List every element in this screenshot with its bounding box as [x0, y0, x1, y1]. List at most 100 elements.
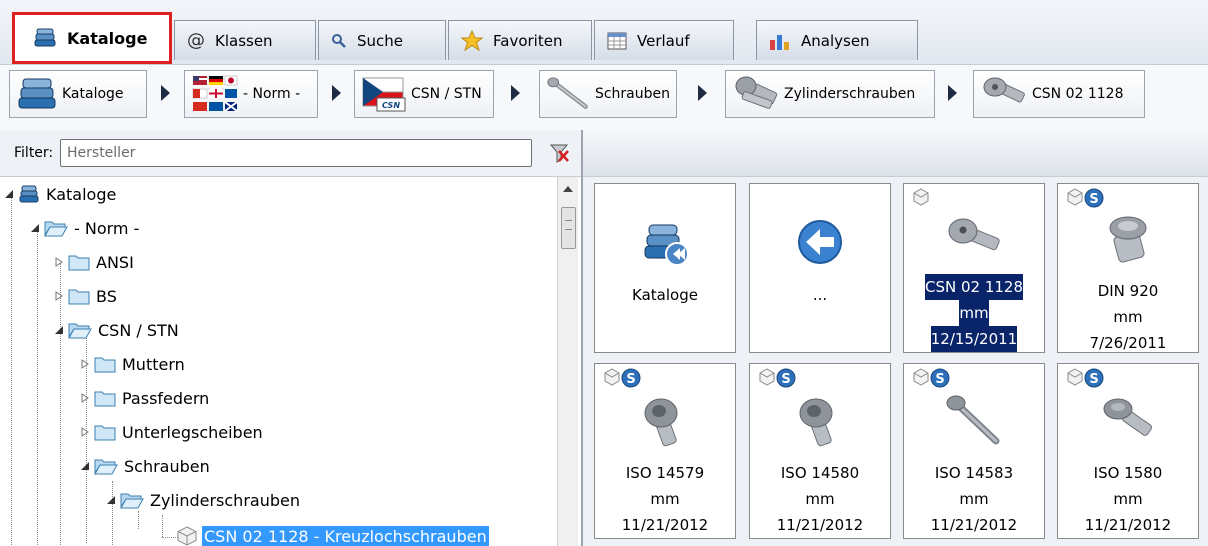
card-line: DIN 920 [1097, 282, 1159, 300]
breadcrumb-csn-stn[interactable]: CSN CSN / STN [354, 70, 494, 118]
card-line: 12/15/2011 [930, 326, 1018, 352]
folder-icon [94, 357, 116, 373]
cross-hole-screw-icon [948, 218, 1000, 251]
tree-connector [37, 229, 38, 546]
tab-kataloge[interactable]: Kataloge [12, 12, 172, 64]
tree-node-label: BS [96, 286, 117, 306]
catalog-tree: Kataloge - Norm - ANSI BS CSN / STN Mutt… [0, 177, 560, 546]
tree-node-norm[interactable]: - Norm - [30, 211, 141, 245]
part-icon [913, 188, 929, 206]
breadcrumb-label: - Norm - [243, 86, 301, 102]
svg-text:S: S [1089, 372, 1098, 387]
catalog-card-iso-14579[interactable]: S ISO 14579 mm 11/21/2012 [594, 363, 736, 539]
tab-verlauf[interactable]: Verlauf [594, 20, 734, 60]
breadcrumb-label: Kataloge [62, 86, 124, 102]
card-line: 11/21/2012 [930, 516, 1018, 534]
tree-connector [162, 515, 163, 537]
catalog-content-pane: Kataloge ... CSN 02 1128 mm 12/15/2011 S… [583, 130, 1208, 546]
cross-hole-screw-icon [983, 77, 1025, 103]
breadcrumb-csn-02-1128[interactable]: CSN 02 1128 [973, 70, 1145, 118]
books-icon [18, 78, 56, 109]
card-line: CSN 02 1128 [924, 274, 1023, 300]
catalog-card-iso-14583[interactable]: S ISO 14583 mm 11/21/2012 [903, 363, 1045, 539]
tab-label: Kataloge [67, 28, 148, 48]
books-icon [19, 185, 39, 203]
collapsed-arrow-icon[interactable] [80, 393, 90, 403]
books-icon [34, 28, 56, 47]
tree-node-label: CSN 02 1128 - Kreuzlochschrauben [202, 525, 489, 546]
card-line: 11/21/2012 [1084, 516, 1172, 534]
tree-node-schrauben[interactable]: Schrauben [80, 449, 212, 483]
breadcrumb-schrauben[interactable]: Schrauben [539, 70, 677, 118]
tab-favoriten[interactable]: Favoriten [448, 20, 592, 60]
content-header-bar [583, 130, 1208, 177]
tree-node-passfedern[interactable]: Passfedern [80, 381, 211, 415]
tree-node-bs[interactable]: BS [54, 279, 119, 313]
catalog-card-kataloge[interactable]: Kataloge [594, 183, 736, 353]
tree-node-csn-stn[interactable]: CSN / STN [54, 313, 181, 347]
collapsed-arrow-icon[interactable] [80, 427, 90, 437]
expanded-arrow-icon[interactable] [80, 461, 90, 471]
card-line: ISO 14583 [934, 464, 1014, 482]
catalog-card-din-920[interactable]: S DIN 920 mm 7/26/2011 [1057, 183, 1199, 353]
thumb-grip [565, 220, 572, 230]
calendar-icon [607, 32, 627, 49]
flags-icon [192, 75, 238, 112]
collapsed-arrow-icon[interactable] [54, 291, 64, 301]
expanded-arrow-icon[interactable] [30, 223, 40, 233]
tree-node-label: CSN / STN [98, 320, 179, 340]
svg-text:S: S [935, 372, 944, 387]
breadcrumb-norm[interactable]: - Norm - [184, 70, 318, 118]
svg-text:S: S [626, 372, 635, 387]
scrollbar-thumb[interactable] [561, 207, 576, 249]
card-line: Kataloge [632, 286, 698, 304]
tree-node-csn-02-1128[interactable]: CSN 02 1128 - Kreuzlochschrauben [176, 519, 489, 546]
tree-node-label: Unterlegscheiben [122, 422, 263, 442]
tree-node-unterlegscheiben[interactable]: Unterlegscheiben [80, 415, 265, 449]
catalog-card-iso-14580[interactable]: S ISO 14580 mm 11/21/2012 [749, 363, 891, 539]
tab-klassen[interactable]: @ Klassen [174, 20, 316, 60]
filter-input[interactable] [60, 139, 532, 167]
expanded-arrow-icon[interactable] [54, 325, 64, 335]
filter-bar: Filter: [0, 130, 581, 177]
tab-label: Favoriten [493, 31, 563, 50]
scroll-up-icon[interactable] [558, 181, 578, 197]
catalog-card-back[interactable]: ... [749, 183, 891, 353]
pan-screw-icon [1103, 398, 1153, 436]
tab-suche[interactable]: Suche [318, 20, 446, 60]
expanded-arrow-icon[interactable] [4, 189, 14, 199]
svg-text:S: S [781, 372, 790, 387]
card-line: mm [959, 300, 989, 326]
card-line: 7/26/2011 [1089, 334, 1167, 352]
socket-screw-icon [799, 398, 833, 447]
tree-node-ansi[interactable]: ANSI [54, 245, 136, 279]
tree-scrollbar[interactable] [557, 177, 578, 546]
catalog-card-iso-1580[interactable]: S ISO 1580 mm 11/21/2012 [1057, 363, 1199, 539]
card-line: ISO 1580 [1093, 464, 1163, 482]
folder-icon [68, 289, 90, 305]
collapsed-arrow-icon[interactable] [80, 359, 90, 369]
breadcrumb-kataloge[interactable]: Kataloge [9, 70, 147, 118]
collapsed-arrow-icon[interactable] [54, 257, 64, 267]
card-line: mm [959, 490, 989, 508]
tree-node-muttern[interactable]: Muttern [80, 347, 187, 381]
tree-node-kataloge[interactable]: Kataloge [4, 177, 118, 211]
card-caption: DIN 920 mm 7/26/2011 [1090, 278, 1167, 356]
tree-node-zylinderschrauben[interactable]: Zylinderschrauben [106, 483, 302, 517]
long-screw-icon [946, 395, 1000, 445]
breadcrumb: Kataloge - Norm - CSN CSN / STN Schraube… [0, 64, 1208, 131]
catalog-card-csn-02-1128[interactable]: CSN 02 1128 mm 12/15/2011 [903, 183, 1045, 353]
clear-filter-icon[interactable] [548, 142, 570, 164]
expanded-arrow-icon[interactable] [106, 495, 116, 505]
tab-label: Suche [357, 31, 404, 50]
breadcrumb-zylinderschrauben[interactable]: Zylinderschrauben [725, 70, 935, 118]
czech-flag-icon: CSN [362, 77, 406, 112]
tree-node-label: Passfedern [122, 388, 210, 408]
cylinder-screw-icon [735, 76, 778, 109]
breadcrumb-separator-icon [332, 85, 341, 101]
at-icon: @ [187, 30, 205, 51]
tab-label: Verlauf [637, 31, 690, 50]
tab-analysen[interactable]: Analysen [756, 20, 918, 60]
tab-label: Klassen [215, 31, 273, 50]
breadcrumb-label: CSN / STN [411, 86, 482, 102]
